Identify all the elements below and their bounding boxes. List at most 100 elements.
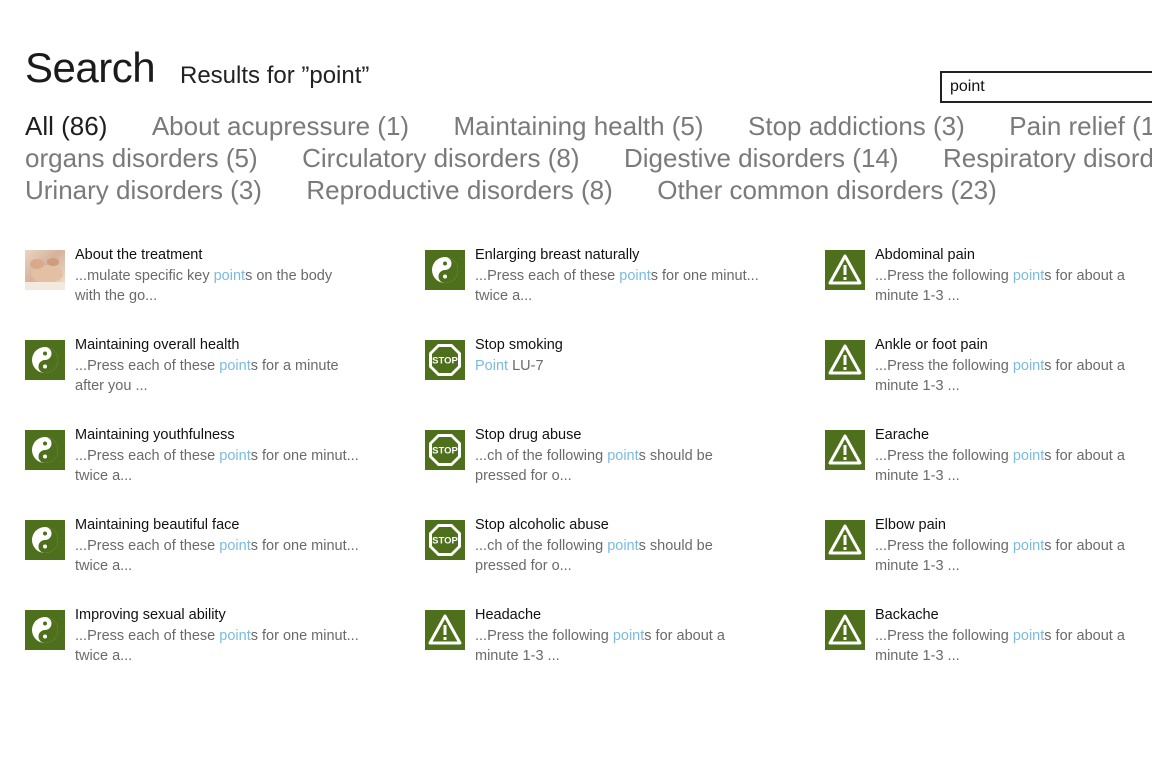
result-snippet: ...Press each of these points for one mi… — [475, 266, 775, 306]
result-item[interactable]: Headache ...Press the following points f… — [425, 606, 775, 676]
result-item[interactable]: Earache ...Press the following points fo… — [825, 426, 1152, 496]
snippet-highlight: point — [612, 628, 645, 644]
warning-icon — [825, 340, 865, 380]
result-item[interactable]: STOP Stop drug abuse ...ch of the follow… — [425, 426, 775, 496]
filter-organs-disorders[interactable]: organs disorders (5) — [25, 142, 258, 174]
warning-icon — [825, 520, 865, 560]
snippet-highlight: point — [213, 268, 246, 284]
snippet-highlight: point — [219, 358, 251, 374]
result-text: Stop drug abuse ...ch of the following p… — [475, 426, 775, 486]
result-title: Maintaining overall health — [75, 337, 240, 353]
snippet-text: minute 1-3 ... — [875, 378, 960, 394]
snippet-text: s for about a — [1044, 268, 1125, 284]
result-item[interactable]: Improving sexual ability ...Press each o… — [25, 606, 375, 676]
snippet-text: ...ch of the following — [475, 448, 608, 464]
snippet-text: ...ch of the following — [475, 538, 608, 554]
snippet-text: ...Press the following — [875, 268, 1013, 284]
svg-text:STOP: STOP — [432, 356, 458, 367]
yin-yang-icon — [25, 520, 65, 560]
result-title: Maintaining beautiful face — [75, 517, 240, 533]
search-box[interactable] — [940, 71, 1152, 103]
snippet-text: s for about a — [1044, 448, 1125, 464]
snippet-text: ...Press the following — [875, 628, 1013, 644]
result-item[interactable]: Backache ...Press the following points f… — [825, 606, 1152, 676]
result-item[interactable]: Maintaining youthfulness ...Press each o… — [25, 426, 375, 496]
result-text: Maintaining overall health ...Press each… — [75, 336, 375, 396]
result-item[interactable]: STOP Stop smoking Point LU-7 — [425, 336, 775, 406]
result-title: Stop drug abuse — [475, 427, 582, 443]
filter-respiratory-disorders[interactable]: Respiratory disorde — [943, 142, 1152, 174]
snippet-text: ...Press each of these — [75, 628, 220, 644]
filter-row: All (86) About acupressure (1) Maintaini… — [25, 110, 1152, 142]
snippet-highlight: Point — [475, 358, 509, 374]
filter-about-acupressure[interactable]: About acupressure (1) — [152, 110, 409, 142]
warning-icon — [425, 610, 465, 650]
snippet-text: s for about a — [1044, 538, 1125, 554]
result-title: Enlarging breast naturally — [475, 247, 640, 263]
filter-pain-relief[interactable]: Pain relief (13) — [1009, 110, 1152, 142]
snippet-highlight: point — [219, 538, 251, 554]
snippet-highlight: point — [619, 268, 651, 284]
filter-urinary-disorders[interactable]: Urinary disorders (3) — [25, 174, 262, 206]
snippet-text: ...Press the following — [875, 358, 1013, 374]
yin-yang-icon — [25, 610, 65, 650]
result-item[interactable]: Ankle or foot pain ...Press the followin… — [825, 336, 1152, 406]
filter-circulatory-disorders[interactable]: Circulatory disorders (8) — [302, 142, 579, 174]
result-text: Maintaining youthfulness ...Press each o… — [75, 426, 375, 486]
snippet-text: twice a... — [75, 648, 133, 664]
search-results-page: Search Results for ”point” All (86) Abou… — [0, 0, 1152, 768]
result-item[interactable]: Elbow pain ...Press the following points… — [825, 516, 1152, 586]
snippet-highlight: point — [219, 448, 251, 464]
snippet-text: ...Press each of these — [75, 538, 220, 554]
snippet-highlight: point — [1012, 358, 1045, 374]
snippet-text: ...mulate specific key — [75, 268, 214, 284]
result-item[interactable]: About the treatment ...mulate specific k… — [25, 246, 375, 316]
results-subtitle: Results for ”point” — [180, 62, 370, 89]
result-title: Stop alcoholic abuse — [475, 517, 609, 533]
result-text: Abdominal pain ...Press the following po… — [875, 246, 1152, 306]
result-title: About the treatment — [75, 247, 203, 263]
result-item[interactable]: Maintaining overall health ...Press each… — [25, 336, 375, 406]
snippet-text: pressed for o... — [475, 468, 572, 484]
snippet-highlight: point — [1012, 628, 1045, 644]
snippet-text: s on the body — [245, 268, 333, 284]
result-snippet: ...Press the following points for about … — [875, 536, 1152, 576]
result-text: Backache ...Press the following points f… — [875, 606, 1152, 666]
result-snippet: ...ch of the following points should be p… — [475, 446, 775, 486]
result-title: Backache — [875, 607, 939, 623]
result-item[interactable]: Maintaining beautiful face ...Press each… — [25, 516, 375, 586]
result-title: Improving sexual ability — [75, 607, 226, 623]
snippet-text: LU-7 — [508, 358, 544, 374]
result-snippet: ...mulate specific key points on the bod… — [75, 266, 375, 306]
filter-all[interactable]: All (86) — [25, 110, 107, 142]
result-title: Abdominal pain — [875, 247, 975, 263]
result-item[interactable]: Enlarging breast naturally ...Press each… — [425, 246, 775, 316]
search-input[interactable] — [942, 73, 1150, 101]
snippet-text: s for one minut... — [250, 538, 359, 554]
result-snippet: ...Press each of these points for one mi… — [75, 446, 375, 486]
filter-stop-addictions[interactable]: Stop addictions (3) — [748, 110, 965, 142]
result-snippet: ...Press the following points for about … — [875, 356, 1152, 396]
result-snippet: ...Press the following points for about … — [475, 626, 775, 666]
result-title: Headache — [475, 607, 542, 623]
filter-digestive-disorders[interactable]: Digestive disorders (14) — [624, 142, 899, 174]
result-text: Earache ...Press the following points fo… — [875, 426, 1152, 486]
snippet-highlight: point — [607, 538, 639, 554]
snippet-text: s for one minut... — [650, 268, 759, 284]
massage-photo — [25, 250, 65, 290]
result-text: Headache ...Press the following points f… — [475, 606, 775, 666]
snippet-text: after you ... — [75, 378, 148, 394]
result-snippet: ...Press the following points for about … — [875, 626, 1152, 666]
filter-reproductive-disorders[interactable]: Reproductive disorders (8) — [306, 174, 612, 206]
snippet-text: ...Press the following — [475, 628, 613, 644]
category-filters: All (86) About acupressure (1) Maintaini… — [25, 110, 1152, 206]
result-item[interactable]: Abdominal pain ...Press the following po… — [825, 246, 1152, 316]
yin-yang-icon — [425, 250, 465, 290]
result-snippet: ...Press the following points for about … — [875, 266, 1152, 306]
filter-maintaining-health[interactable]: Maintaining health (5) — [454, 110, 704, 142]
result-snippet: Point LU-7 — [475, 356, 775, 376]
snippet-text: twice a... — [475, 288, 533, 304]
result-item[interactable]: STOP Stop alcoholic abuse ...ch of the f… — [425, 516, 775, 586]
result-snippet: ...Press each of these points for one mi… — [75, 626, 375, 666]
filter-other-common-disorders[interactable]: Other common disorders (23) — [657, 174, 997, 206]
